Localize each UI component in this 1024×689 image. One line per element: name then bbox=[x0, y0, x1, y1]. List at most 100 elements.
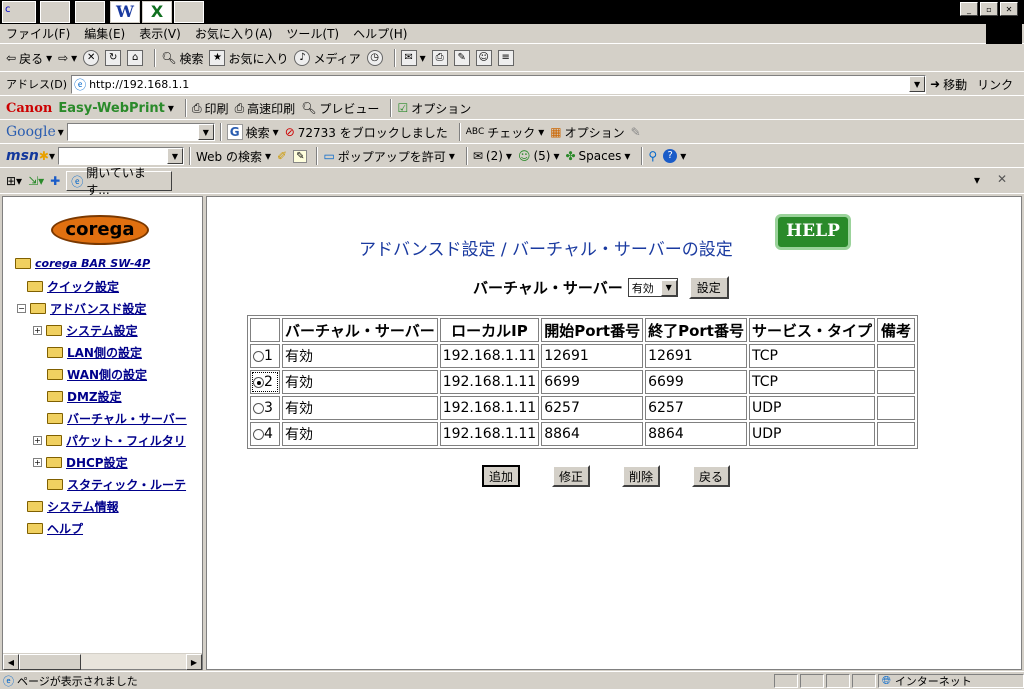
menu-favorites[interactable]: お気に入り(A) bbox=[195, 25, 273, 42]
expand-icon[interactable]: + bbox=[33, 458, 42, 467]
refresh-button[interactable]: ↻ bbox=[105, 50, 122, 66]
row-select[interactable]: 2 bbox=[250, 370, 280, 394]
new-tab-icon[interactable]: ✚ bbox=[50, 174, 60, 188]
stop-button[interactable]: ✕ bbox=[83, 50, 100, 66]
allow-popup-button[interactable]: ▭ ポップアップを許可 ▾ bbox=[323, 148, 454, 165]
canon-fast-print-button[interactable]: ⎙ 高速印刷 bbox=[235, 100, 296, 117]
notes-button[interactable]: ≡ bbox=[497, 50, 514, 66]
media-button[interactable]: ♪ メディア bbox=[294, 50, 361, 67]
msn-help-button[interactable]: ? ▾ bbox=[663, 149, 686, 163]
spellcheck-button[interactable]: ABC チェック ▾ bbox=[466, 124, 545, 141]
msn-messenger-button[interactable]: ☺ (5) ▾ bbox=[518, 149, 560, 163]
close-button[interactable]: ✕ bbox=[1000, 2, 1018, 16]
delete-button[interactable]: 削除 bbox=[622, 465, 661, 487]
favorites-tool-icon[interactable]: ⚲ bbox=[648, 149, 657, 163]
print-button[interactable]: ⎙ bbox=[431, 50, 448, 66]
edit-button[interactable]: 修正 bbox=[552, 465, 591, 487]
highlight-icon[interactable]: ✐ bbox=[277, 149, 287, 163]
google-search-input[interactable]: ▼ bbox=[66, 123, 215, 141]
cell-ip: 192.168.1.11 bbox=[439, 370, 540, 394]
excel-taskbar-icon[interactable]: X bbox=[142, 1, 172, 23]
back-button[interactable]: ⇦ 戻る ▾ bbox=[6, 50, 52, 67]
help-button[interactable]: HELP bbox=[775, 214, 851, 250]
minimize-button[interactable]: _ bbox=[960, 2, 978, 16]
scroll-left-icon[interactable]: ◀ bbox=[3, 654, 19, 670]
tab-list-icon[interactable]: ▾ bbox=[974, 173, 980, 187]
canon-option-button[interactable]: ☑ オプション bbox=[397, 100, 471, 117]
sidebar-item-virtual-server[interactable]: バーチャル・サーバー bbox=[47, 410, 187, 427]
sidebar-item-system-info[interactable]: システム情報 bbox=[27, 498, 119, 515]
history-button[interactable]: ◷ bbox=[366, 50, 383, 66]
form-fill-icon[interactable]: ✎ bbox=[293, 149, 308, 163]
google-dropdown[interactable]: ▼ bbox=[197, 124, 214, 140]
easy-webprint-menu[interactable]: Easy-WebPrint ▾ bbox=[58, 101, 174, 116]
web-search-button[interactable]: Web の検索 ▾ bbox=[196, 148, 271, 165]
app-taskbar-icon[interactable] bbox=[40, 1, 70, 23]
add-button[interactable]: 追加 bbox=[482, 465, 521, 487]
menu-edit[interactable]: 編集(E) bbox=[84, 25, 125, 42]
tree-root[interactable]: corega BAR SW-4P bbox=[15, 257, 150, 270]
sidebar-item-static-route[interactable]: スタティック・ルーテ bbox=[47, 476, 186, 493]
radio-button-selected[interactable] bbox=[253, 376, 264, 388]
sidebar-item-system-settings[interactable]: + システム設定 bbox=[33, 322, 138, 339]
msn-dropdown[interactable]: ▼ bbox=[166, 148, 183, 164]
sidebar-item-dmz[interactable]: DMZ設定 bbox=[47, 388, 122, 405]
sidebar-item-packet-filter[interactable]: + パケット・フィルタリ bbox=[33, 432, 186, 449]
app2-taskbar-icon[interactable] bbox=[75, 1, 105, 23]
sidebar-hscrollbar[interactable]: ◀ ▶ bbox=[3, 653, 202, 670]
mail-button[interactable]: ✉ ▾ bbox=[400, 50, 426, 66]
popup-blocker-button[interactable]: ⊘ 72733 をブロックしました bbox=[285, 124, 448, 141]
sidebar-item-wan[interactable]: WAN側の設定 bbox=[47, 366, 147, 383]
vs-select[interactable]: 有効 ▼ bbox=[627, 278, 678, 297]
favorites-button[interactable]: ★ お気に入り bbox=[209, 50, 288, 67]
word-taskbar-icon[interactable]: W bbox=[110, 1, 140, 23]
tab-close-icon[interactable]: ✕ bbox=[997, 172, 1007, 186]
edit-button[interactable]: ✎ bbox=[453, 50, 470, 66]
go-button[interactable]: ➜ 移動 bbox=[930, 76, 967, 93]
menu-view[interactable]: 表示(V) bbox=[139, 25, 181, 42]
address-input[interactable]: ⓔ http://192.168.1.1 ▼ bbox=[71, 74, 927, 94]
expand-icon[interactable]: + bbox=[33, 436, 42, 445]
expand-icon[interactable]: + bbox=[33, 326, 42, 335]
search-button[interactable]: 🔍︎ 検索 bbox=[161, 50, 203, 67]
menu-tools[interactable]: ツール(T) bbox=[286, 25, 339, 42]
scroll-right-icon[interactable]: ▶ bbox=[186, 654, 202, 670]
sidebar-item-lan[interactable]: LAN側の設定 bbox=[47, 344, 142, 361]
set-button[interactable]: 設定 bbox=[688, 276, 729, 299]
back-button[interactable]: 戻る bbox=[692, 465, 731, 487]
sidebar-item-dhcp[interactable]: + DHCP設定 bbox=[33, 454, 128, 471]
collapse-icon[interactable]: − bbox=[17, 304, 26, 313]
links-button[interactable]: リンク bbox=[977, 76, 1013, 93]
menu-help[interactable]: ヘルプ(H) bbox=[353, 25, 407, 42]
radio-button[interactable] bbox=[253, 428, 264, 440]
spaces-button[interactable]: ✤ Spaces ▾ bbox=[565, 149, 630, 163]
row-select[interactable]: 1 bbox=[250, 344, 280, 368]
row-select[interactable]: 4 bbox=[250, 422, 280, 446]
address-dropdown[interactable]: ▼ bbox=[909, 76, 926, 92]
row-select[interactable]: 3 bbox=[250, 396, 280, 420]
home-button[interactable]: ⌂ bbox=[127, 50, 144, 66]
sidebar-item-help[interactable]: ヘルプ bbox=[27, 520, 83, 537]
canon-print-button[interactable]: ⎙ 印刷 bbox=[192, 100, 229, 117]
ie-taskbar-icon[interactable]: c bbox=[2, 1, 36, 23]
pencil-icon[interactable]: ✎ bbox=[631, 125, 641, 139]
tab-current[interactable]: ⓔ 開いています... bbox=[66, 166, 173, 197]
page-title: アドバンスド設定 / バーチャル・サーバーの設定 bbox=[359, 240, 733, 260]
sidebar-item-advanced[interactable]: − アドバンスド設定 bbox=[17, 300, 146, 317]
msn-mail-button[interactable]: ✉ (2) ▾ bbox=[473, 149, 512, 163]
tabs-icon[interactable]: ⊞▾ bbox=[6, 174, 22, 188]
restore-button[interactable]: ▫ bbox=[980, 2, 998, 16]
msn-search-input[interactable]: ▼ bbox=[57, 147, 184, 165]
google-option-button[interactable]: ▦ オプション bbox=[550, 124, 624, 141]
menu-file[interactable]: ファイル(F) bbox=[6, 25, 70, 42]
forward-button[interactable]: ⇨ ▾ bbox=[58, 51, 77, 65]
sidebar-item-quick[interactable]: クイック設定 bbox=[27, 278, 119, 295]
radio-button[interactable] bbox=[253, 350, 264, 362]
canon-preview-button[interactable]: 🔍︎ プレビュー bbox=[301, 100, 379, 117]
scroll-thumb[interactable] bbox=[19, 654, 81, 670]
radio-button[interactable] bbox=[253, 402, 264, 414]
quick-tab-icon[interactable]: ⇲▾ bbox=[28, 174, 44, 188]
folder-taskbar-icon[interactable] bbox=[174, 1, 204, 23]
google-search-button[interactable]: G 検索 ▾ bbox=[226, 124, 279, 141]
messenger-button[interactable]: ☺ bbox=[475, 50, 492, 66]
